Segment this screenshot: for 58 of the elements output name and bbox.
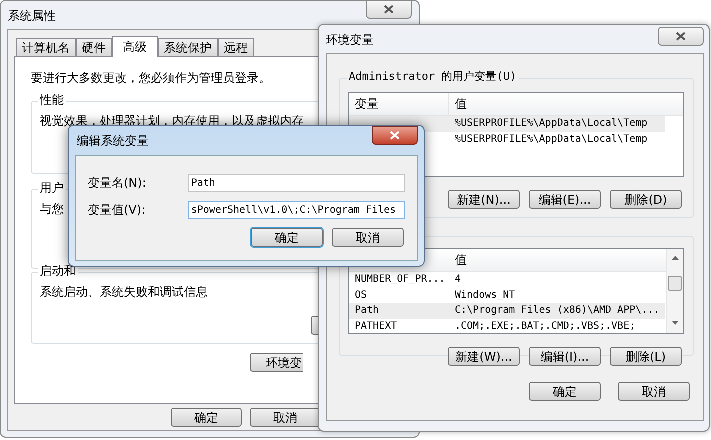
list-row[interactable]: Path C:\Program Files (x86)\AMD APP\... xyxy=(349,303,665,318)
variable-value: .COM;.EXE;.BAT;.CMD;.VBS;.VBE; xyxy=(454,320,636,334)
window-title: 系统属性 xyxy=(8,8,56,25)
group-description: 与您 xyxy=(40,201,64,218)
list-row[interactable]: NUMBER_OF_PR... 4 xyxy=(349,272,665,288)
input-field[interactable]: sPowerShell\v1.0\;C:\Program Files xyxy=(188,201,405,219)
field-label: 变量名(N): xyxy=(88,175,148,192)
scrollbar[interactable] xyxy=(666,249,683,333)
delete-button[interactable]: 删除(L) xyxy=(610,347,682,366)
delete-button[interactable]: 删除(D) xyxy=(610,190,682,209)
tab[interactable]: 计算机名 xyxy=(16,38,76,56)
variable-name: PATHEXT xyxy=(355,320,398,332)
close-button[interactable] xyxy=(366,0,412,19)
new-button[interactable]: 新建(N)... xyxy=(448,190,520,209)
column-header[interactable]: 值 xyxy=(449,93,683,115)
ok-button[interactable]: 确定 xyxy=(171,408,242,427)
variable-name: OS xyxy=(355,290,368,301)
scroll-down-icon[interactable] xyxy=(672,321,679,325)
group-label: 启动和 xyxy=(38,265,78,277)
scrollbar-thumb[interactable] xyxy=(668,276,682,291)
group-label: 用户 xyxy=(38,182,66,194)
tab[interactable]: 系统保护 xyxy=(158,38,218,56)
column-header[interactable]: 变量 xyxy=(349,93,449,115)
close-button[interactable] xyxy=(658,27,704,46)
edit-button[interactable]: 编辑(E)... xyxy=(529,190,601,209)
variable-value: 4 xyxy=(454,273,462,288)
cancel-button[interactable]: 取消 xyxy=(250,408,321,427)
close-icon xyxy=(384,5,394,14)
group-label: Administrator 的用户变量(U) xyxy=(347,71,519,82)
ok-button[interactable]: 确定 xyxy=(529,382,601,401)
tab[interactable]: 远程 xyxy=(218,38,254,56)
notice-text: 要进行大多数更改，您必须作为管理员登录。 xyxy=(31,70,271,87)
cancel-button[interactable]: 取消 xyxy=(332,228,404,247)
close-icon xyxy=(390,131,400,140)
close-button[interactable] xyxy=(372,126,418,145)
variable-name: Path xyxy=(355,305,380,316)
variable-value: Windows_NT xyxy=(454,288,516,303)
variable-name: NUMBER_OF_PR... xyxy=(355,274,446,286)
variable-value: %USERPROFILE%\AppData\Local\Temp xyxy=(454,117,648,132)
list-row[interactable]: PATHEXT .COM;.EXE;.BAT;.CMD;.VBS;.VBE; xyxy=(349,318,665,334)
variable-value: C:\Program Files (x86)\AMD APP\... xyxy=(454,304,660,318)
scroll-up-icon[interactable] xyxy=(672,256,679,260)
group-description: 系统启动、系统失败和调试信息 xyxy=(40,284,208,301)
cancel-button[interactable]: 取消 xyxy=(618,382,690,401)
field-label: 变量值(V): xyxy=(88,202,147,219)
tab[interactable]: 硬件 xyxy=(76,38,112,56)
close-icon xyxy=(676,32,686,41)
list-row[interactable]: OS Windows_NT xyxy=(349,288,665,303)
new-button[interactable]: 新建(W)... xyxy=(448,347,520,366)
tab[interactable]: 高级 xyxy=(112,36,158,57)
edit-button[interactable]: 编辑(I)... xyxy=(529,347,601,366)
ok-button[interactable]: 确定 xyxy=(251,228,323,247)
group-label: 性能 xyxy=(38,94,66,106)
variable-value: %USERPROFILE%\AppData\Local\Temp xyxy=(454,132,648,147)
input-field[interactable]: Path xyxy=(188,174,405,192)
dialog-title: 编辑系统变量 xyxy=(77,132,149,150)
window-title: 环境变量 xyxy=(326,32,374,49)
environment-variables-button[interactable]: 环境变 xyxy=(250,353,303,372)
